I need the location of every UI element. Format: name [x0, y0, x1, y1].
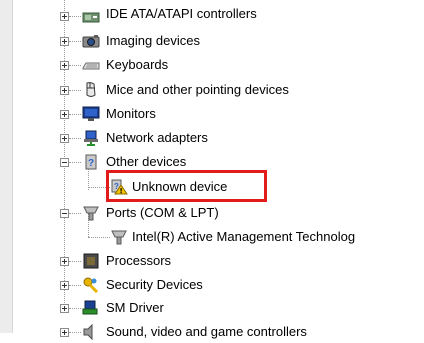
tree-item-label: Keyboards: [106, 57, 169, 72]
tree-connector-line: [69, 65, 81, 66]
unknown-device-category-icon: ?: [85, 154, 97, 170]
tree-item-label: IDE ATA/ATAPI controllers: [106, 6, 257, 21]
expand-toggle[interactable]: [60, 134, 69, 143]
monitor-icon: [82, 106, 100, 121]
tree-connector-line: [69, 162, 81, 163]
expand-toggle[interactable]: [60, 281, 69, 290]
tree-item-label: SM Driver: [106, 300, 164, 315]
tree-connector-line: [69, 261, 81, 262]
port-icon: [111, 230, 127, 245]
tree-item-label: Ports (COM & LPT): [106, 205, 219, 220]
speaker-icon: [83, 324, 93, 340]
collapse-toggle[interactable]: [60, 158, 69, 167]
collapse-toggle[interactable]: [60, 209, 69, 218]
tree-connector-line: [69, 16, 81, 17]
tree-item-label: Security Devices: [106, 277, 203, 292]
ide-controller-icon: [82, 12, 100, 23]
sm-driver-icon: [82, 300, 98, 315]
mouse-icon: [86, 82, 96, 97]
security-key-icon: [83, 277, 99, 293]
tree-connector-line: [69, 41, 81, 42]
tree-connector-line: [69, 285, 81, 286]
tree-item-label: Intel(R) Active Management Technolog: [132, 229, 356, 244]
expand-toggle[interactable]: [60, 257, 69, 266]
tree-connector-line: [69, 138, 81, 139]
expand-toggle[interactable]: [60, 304, 69, 313]
tree-connector-line: [88, 237, 110, 238]
camera-icon: [82, 35, 100, 48]
tree-item-label: Network adapters: [106, 130, 208, 145]
port-icon: [83, 206, 99, 221]
expand-toggle[interactable]: [60, 12, 69, 21]
expand-toggle[interactable]: [60, 61, 69, 70]
network-adapter-icon: [84, 130, 98, 146]
tree-item-label: Processors: [106, 253, 172, 268]
expand-toggle[interactable]: [60, 110, 69, 119]
tree-connector-line: [69, 213, 81, 214]
tree-item-label: Sound, video and game controllers: [106, 324, 307, 339]
tree-connector-line: [69, 114, 81, 115]
processor-icon: [83, 253, 99, 269]
device-manager-tree: IDE ATA/ATAPI controllers Imaging device…: [0, 0, 424, 340]
highlight-annotation: [106, 170, 267, 202]
tree-connector-line: [69, 90, 81, 91]
tree-connector-line: [69, 308, 81, 309]
tree-item-label: Imaging devices: [106, 33, 200, 48]
tree-item-label: Mice and other pointing devices: [106, 82, 289, 97]
tree-item-label: Monitors: [106, 106, 156, 121]
svg-text:?: ?: [88, 158, 94, 169]
expand-toggle[interactable]: [60, 37, 69, 46]
expand-toggle[interactable]: [60, 86, 69, 95]
keyboard-icon: [82, 62, 100, 70]
